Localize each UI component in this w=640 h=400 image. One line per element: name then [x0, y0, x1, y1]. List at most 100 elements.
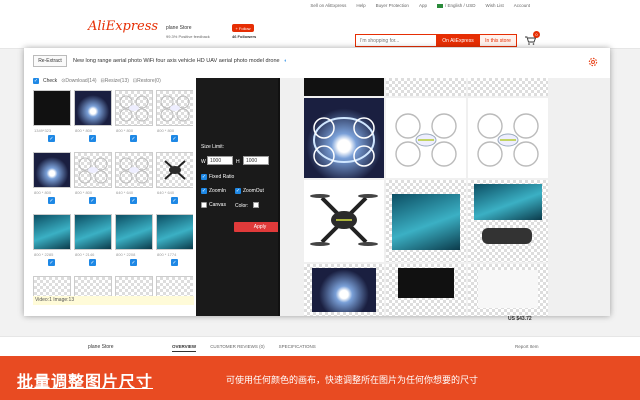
resize-button[interactable]: ⊟Resize(13)	[101, 78, 129, 84]
image-extractor-panel: Re-Extract New long range aerial photo W…	[24, 48, 610, 316]
thumbnail-image[interactable]	[156, 214, 193, 250]
thumbnail-image[interactable]	[74, 90, 112, 126]
thumbnail-size: 1349*323	[34, 128, 52, 133]
fixed-ratio-checkbox[interactable]: ✓	[201, 174, 207, 180]
thumbnail-checkbox[interactable]: ✓	[130, 135, 137, 142]
thumbnail-size: 800 * 2208	[116, 252, 136, 257]
re-extract-button[interactable]: Re-Extract	[33, 55, 67, 67]
thumbnail-image[interactable]	[74, 214, 112, 250]
thumbnail-checkbox[interactable]: ✓	[89, 135, 96, 142]
preview-image	[468, 264, 548, 316]
store-sidebar-title[interactable]: plane Store	[88, 344, 114, 350]
thumbnail-size: 800 * 800	[75, 190, 93, 195]
thumbnail-checkbox[interactable]: ✓	[48, 259, 55, 266]
topbar-language[interactable]: / English / USD	[436, 3, 475, 8]
thumbnail-size: 800 * 800	[157, 128, 175, 133]
store-header: AliExpress plane Store 99.3% Positive fe…	[0, 11, 640, 49]
drone-image	[477, 113, 539, 167]
topbar-account[interactable]: Account	[514, 3, 530, 8]
canvas-checkbox[interactable]	[201, 202, 207, 208]
search-input[interactable]	[356, 35, 436, 46]
thumbnail-item[interactable]: 800 * 2208 ✓	[115, 214, 153, 273]
topbar-sell[interactable]: Sell on AliExpress	[310, 3, 346, 8]
media-count-info: Video:1 Image:13	[33, 296, 194, 305]
thumbnail-item[interactable]: 800 * 800 ✓	[74, 90, 112, 149]
aliexpress-logo[interactable]: AliExpress	[88, 19, 158, 34]
restore-button[interactable]: ⊡Restore(0)	[133, 78, 161, 84]
thumbnail-checkbox[interactable]: ✓	[89, 259, 96, 266]
preview-image	[304, 98, 384, 178]
store-name[interactable]: plane Store	[166, 25, 192, 31]
topbar-help[interactable]: Help	[356, 3, 365, 8]
width-input[interactable]: 1000	[207, 156, 233, 165]
zoom-in-option[interactable]: ✓ ZoomIn	[201, 188, 226, 194]
thumbnail-size: 640 * 640	[157, 190, 175, 195]
zoom-out-option[interactable]: ✓ ZoomOut	[235, 188, 264, 194]
height-label: H	[236, 159, 240, 165]
search-in-store-button[interactable]: In this store	[480, 35, 516, 46]
thumbnail-item[interactable]: 800 * 800 ✓	[74, 152, 112, 211]
topbar-wishlist[interactable]: Wish List	[485, 3, 503, 8]
tab-customer-reviews[interactable]: CUSTOMER REVIEWS (0)	[210, 344, 264, 352]
search-on-aliexpress-button[interactable]: On AliExpress	[436, 35, 480, 46]
thumbnail-checkbox[interactable]: ✓	[89, 197, 96, 204]
thumbnail-item[interactable]: 640 * 640 ✓	[115, 152, 153, 211]
preview-image	[386, 98, 466, 178]
followers-count: 46 Followers	[232, 34, 257, 39]
thumbnail-item[interactable]: 800 * 2285 ✓	[33, 214, 71, 273]
thumbnail-image[interactable]	[74, 152, 112, 188]
fixed-ratio-option[interactable]: ✓ Fixed Ratio	[201, 174, 234, 180]
report-item-link[interactable]: Report Item	[515, 344, 539, 349]
preview-image	[468, 98, 548, 178]
thumbnail-item[interactable]: 640 * 640 ✓	[156, 152, 193, 211]
preview-image	[304, 180, 384, 262]
thumbnail-checkbox[interactable]: ✓	[48, 135, 55, 142]
canvas-color-swatch[interactable]	[253, 202, 259, 208]
thumbnail-checkbox[interactable]: ✓	[130, 197, 137, 204]
topbar-app[interactable]: App	[419, 3, 427, 8]
thumbnail-item[interactable]: 800 * 2146 ✓	[74, 214, 112, 273]
thumbnail-item[interactable]: 1349*323 ✓	[33, 90, 71, 149]
thumbnail-checkbox[interactable]: ✓	[48, 197, 55, 204]
tab-overview[interactable]: OVERVIEW	[172, 344, 197, 352]
thumbnail-image[interactable]	[33, 90, 71, 126]
thumbnail-checkbox[interactable]: ✓	[171, 259, 178, 266]
thumbnail-item[interactable]: 800 * 1774 ✓	[156, 214, 193, 273]
thumbnail-checkbox[interactable]: ✓	[171, 135, 178, 142]
thumbnail-item[interactable]: 800 * 800 ✓	[156, 90, 193, 149]
zoom-out-checkbox[interactable]: ✓	[235, 188, 241, 194]
thumbnail-size: 800 * 2285	[34, 252, 54, 257]
thumbnail-item[interactable]: 800 * 800 ✓	[33, 152, 71, 211]
gear-icon[interactable]	[587, 56, 599, 68]
resized-preview-area	[278, 78, 610, 316]
thumbnail-image[interactable]	[115, 214, 153, 250]
check-label: Check	[43, 78, 58, 84]
thumbnail-image[interactable]	[33, 214, 71, 250]
thumbnail-size: 800 * 800	[34, 190, 52, 195]
link-icon[interactable]: ◖	[284, 58, 287, 64]
thumbnail-image[interactable]	[115, 90, 153, 126]
tab-specifications[interactable]: SPECIFICATIONS	[279, 344, 316, 352]
height-input[interactable]: 1000	[243, 156, 269, 165]
thumbnail-image[interactable]	[156, 152, 193, 188]
thumbnail-image[interactable]	[33, 152, 71, 188]
preview-image	[386, 264, 466, 316]
zoom-in-checkbox[interactable]: ✓	[201, 188, 207, 194]
thumbnail-image[interactable]	[156, 90, 193, 126]
preview-image	[386, 78, 466, 96]
thumbnail-checkbox[interactable]: ✓	[171, 197, 178, 204]
thumbnail-checkbox[interactable]: ✓	[130, 259, 137, 266]
promo-banner: 批量调整图片尺寸 可使用任何颜色的画布，快速调整所在图片为任何你想要的尺寸	[0, 356, 640, 400]
download-button[interactable]: ⊙Download(14)	[61, 78, 96, 84]
topbar-buyer-protection[interactable]: Buyer Protection	[376, 3, 409, 8]
resize-settings-panel: Size Limit: W 1000 H 1000 ✓ Fixed Ratio ✓…	[196, 78, 286, 316]
preview-image	[468, 78, 548, 96]
preview-image	[386, 180, 466, 262]
thumbnail-image[interactable]	[115, 152, 153, 188]
thumbnail-item[interactable]: 800 * 800 ✓	[115, 90, 153, 149]
canvas-option[interactable]: Canvas	[201, 202, 226, 208]
thumbnail-size: 800 * 800	[116, 128, 134, 133]
product-price: US $43.72	[508, 316, 532, 322]
check-all-checkbox[interactable]: ✓	[33, 78, 39, 84]
follow-button[interactable]: + Follow	[232, 24, 254, 32]
